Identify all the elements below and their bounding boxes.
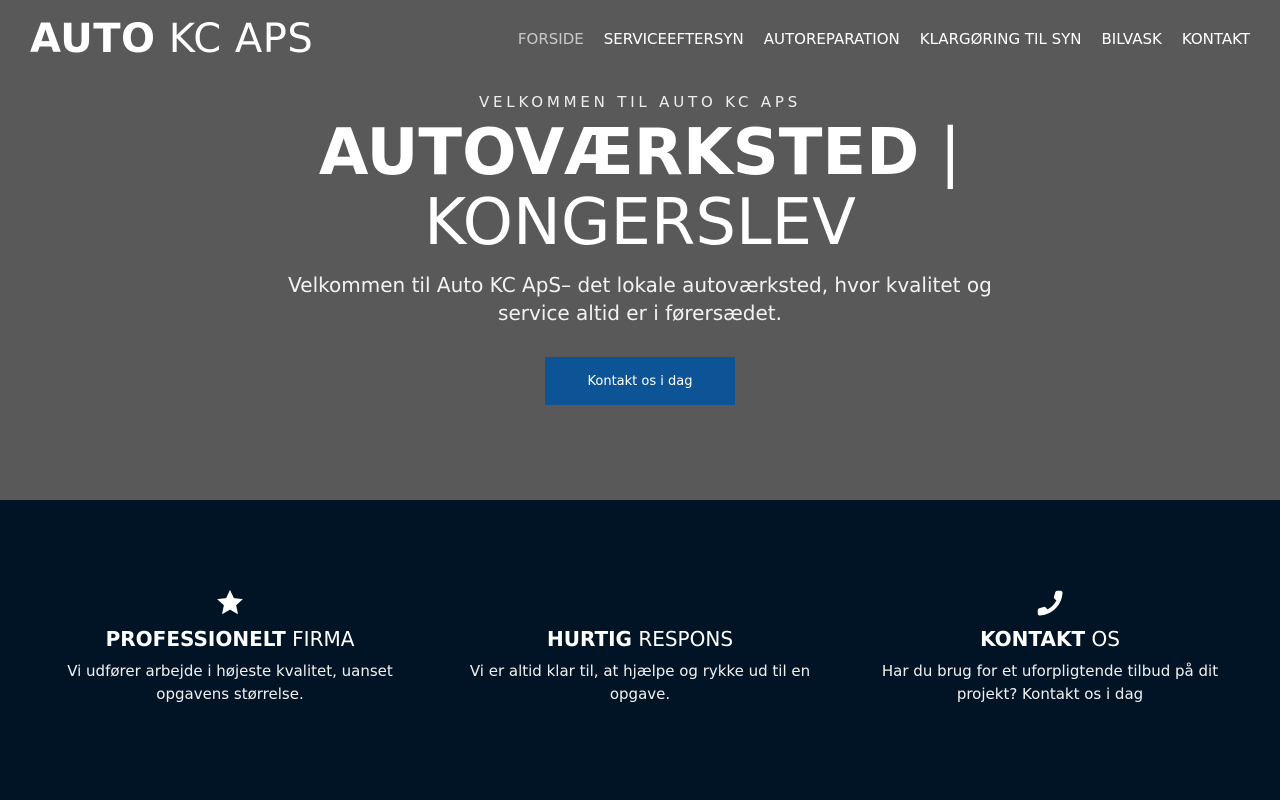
nav-item-klargoring-til-syn[interactable]: KLARGØRING TIL SYN bbox=[920, 29, 1082, 49]
nav-item-kontakt[interactable]: KONTAKT bbox=[1182, 29, 1250, 49]
feature-text: Vi udfører arbejde i højeste kvalitet, u… bbox=[67, 662, 393, 703]
feature-icon-placeholder bbox=[460, 588, 820, 618]
feature-title-strong: KONTAKT bbox=[980, 627, 1086, 651]
feature-title: KONTAKT OS bbox=[870, 626, 1230, 652]
star-icon bbox=[217, 589, 243, 615]
feature-title-light: RESPONS bbox=[631, 627, 734, 651]
logo-bold-text: AUTO bbox=[30, 16, 156, 62]
hero-section: AUTO KC APS FORSIDE SERVICEEFTERSYN AUTO… bbox=[0, 0, 1280, 500]
hero-eyebrow: VELKOMMEN TIL AUTO KC APS bbox=[478, 93, 802, 111]
main-nav: FORSIDE SERVICEEFTERSYN AUTOREPARATION K… bbox=[518, 29, 1250, 49]
feature-title-strong: HURTIG bbox=[546, 627, 632, 651]
features-section: PROFESSIONELT FIRMA Vi udfører arbejde i… bbox=[0, 500, 1280, 800]
nav-item-bilvask[interactable]: BILVASK bbox=[1102, 29, 1162, 49]
logo-light-text: KC APS bbox=[155, 16, 314, 62]
feature-title-strong: PROFESSIONELT bbox=[105, 627, 286, 651]
contact-cta-button[interactable]: Kontakt os i dag bbox=[545, 357, 735, 405]
feature-title-light: FIRMA bbox=[285, 627, 355, 651]
feature-text: Har du brug for et uforpligtende tilbud … bbox=[881, 662, 1219, 703]
feature-title-light: OS bbox=[1085, 627, 1120, 651]
feature-title: HURTIG RESPONS bbox=[460, 626, 820, 652]
feature-hurtig-respons: HURTIG RESPONS Vi er altid klar til, at … bbox=[460, 588, 820, 706]
feature-text: Vi er altid klar til, at hjælpe og rykke… bbox=[469, 662, 811, 703]
phone-icon bbox=[1037, 590, 1063, 616]
feature-kontakt-os: KONTAKT OS Har du brug for et uforpligte… bbox=[870, 588, 1230, 706]
nav-item-autoreparation[interactable]: AUTOREPARATION bbox=[764, 29, 900, 49]
hero-title: AUTOVÆRKSTED | KONGERSLEV bbox=[240, 118, 1040, 258]
nav-item-serviceeftersyn[interactable]: SERVICEEFTERSYN bbox=[604, 29, 744, 49]
hero-lead: Velkommen til Auto KC ApS– det lokale au… bbox=[288, 273, 992, 325]
nav-item-forside[interactable]: FORSIDE bbox=[518, 29, 584, 49]
feature-title: PROFESSIONELT FIRMA bbox=[50, 626, 410, 652]
hero-title-strong: AUTOVÆRKSTED bbox=[318, 116, 920, 190]
site-logo[interactable]: AUTO KC APS bbox=[30, 16, 313, 62]
feature-professionelt-firma: PROFESSIONELT FIRMA Vi udfører arbejde i… bbox=[50, 588, 410, 706]
